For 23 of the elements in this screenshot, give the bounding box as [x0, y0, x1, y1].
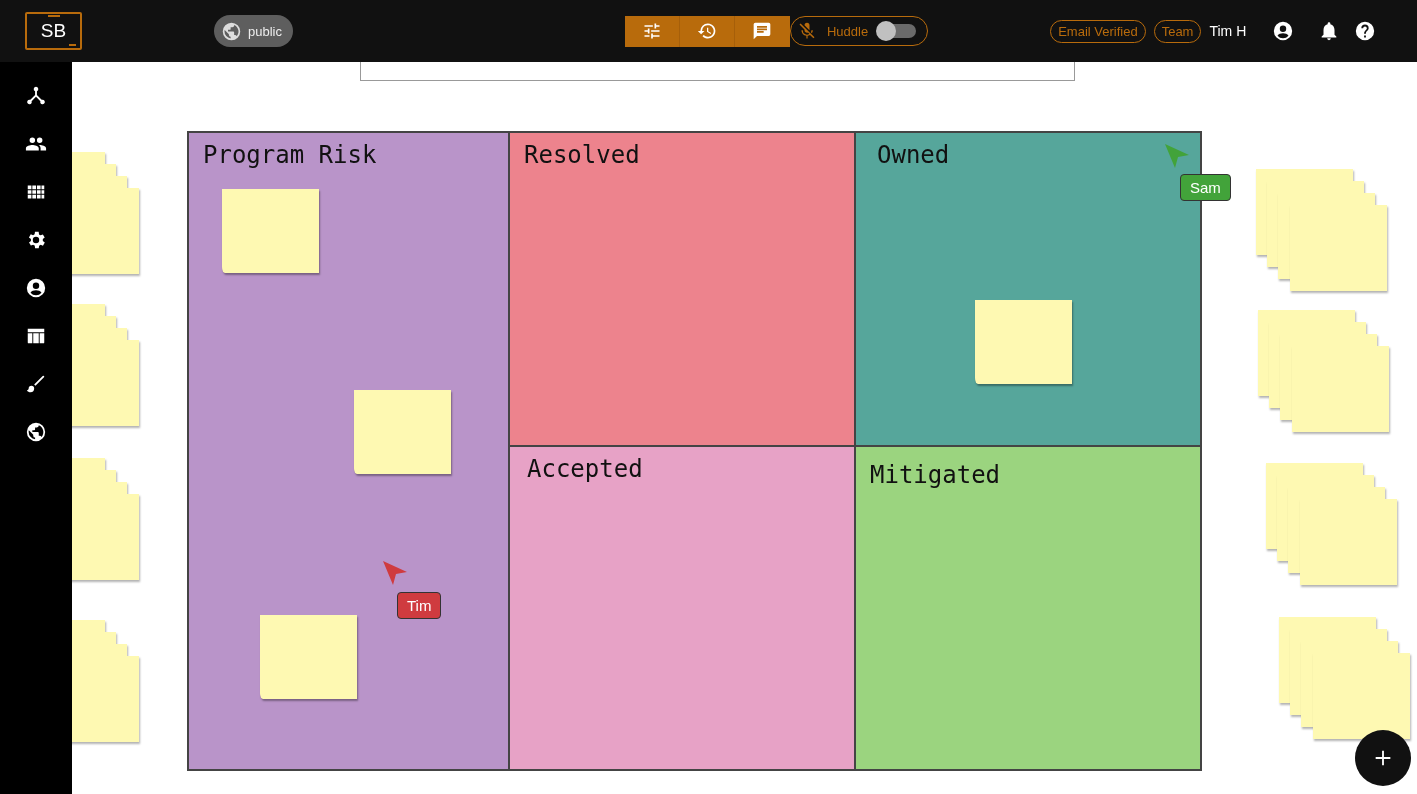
- quadrant-title: Mitigated: [870, 461, 1001, 489]
- help-icon[interactable]: [1354, 20, 1377, 42]
- logo[interactable]: SB: [25, 12, 82, 50]
- brush-icon[interactable]: [25, 373, 47, 395]
- globe-icon: [221, 20, 242, 42]
- quadrant-title: Program Risk: [203, 141, 377, 169]
- account-icon[interactable]: [1272, 20, 1295, 42]
- user-name: Tim H: [1209, 23, 1247, 39]
- quadrant-title: Resolved: [524, 141, 640, 169]
- huddle-switch[interactable]: [878, 24, 917, 38]
- settings-button[interactable]: [624, 15, 680, 47]
- cursor-label: Tim: [397, 592, 442, 619]
- history-icon: [696, 21, 717, 41]
- visibility-button[interactable]: public: [214, 15, 293, 47]
- branch-icon[interactable]: [25, 85, 47, 107]
- account-icon[interactable]: [25, 277, 47, 299]
- quadrant-title: Owned: [877, 141, 950, 169]
- huddle-label: Huddle: [826, 23, 869, 39]
- globe-icon[interactable]: [25, 421, 47, 443]
- chat-icon: [752, 21, 773, 41]
- cursor-label: Sam: [1180, 174, 1231, 201]
- add-button[interactable]: [1355, 730, 1411, 786]
- quadrant-title: Accepted: [527, 455, 643, 483]
